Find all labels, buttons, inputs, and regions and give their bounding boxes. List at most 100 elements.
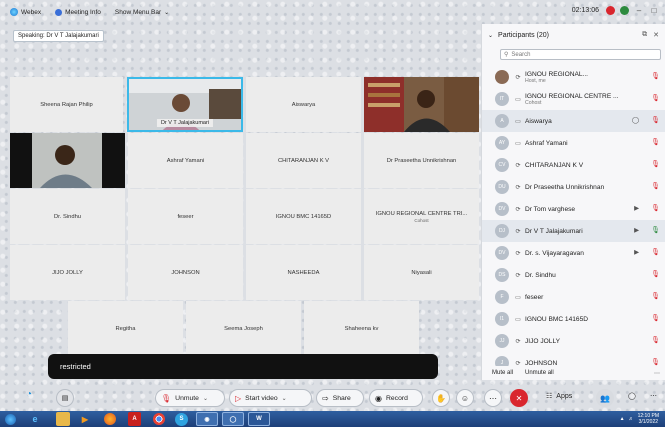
mic-muted-icon[interactable]: 🎙: [651, 358, 660, 366]
video-camera-icon[interactable]: ▶: [634, 204, 639, 212]
video-tile[interactable]: Dr. Sindhu: [10, 189, 125, 244]
unmute-button[interactable]: 🎙 Unmute ⌄: [155, 389, 225, 407]
mic-muted-icon[interactable]: 🎙: [651, 314, 660, 322]
webex-menu[interactable]: Webex: [10, 8, 41, 16]
participant-row[interactable]: DJ ⟳ Dr V T Jalajakumari ▶ 🎙: [482, 220, 665, 242]
mute-all-button[interactable]: Mute all: [492, 370, 513, 376]
video-tile[interactable]: Regitha: [68, 301, 183, 356]
participant-row[interactable]: DU ⟳ Dr Praseetha Unnikrishnan 🎙: [482, 176, 665, 198]
participants-header[interactable]: ⌄ Participants (20) ⧉ ✕: [482, 24, 665, 46]
video-tile[interactable]: CHITARANJAN K V: [246, 133, 361, 188]
participant-row[interactable]: ⟳ IGNOU REGIONAL... Host, me 🎙: [482, 66, 665, 88]
volume-icon[interactable]: ♬: [629, 416, 634, 422]
clock[interactable]: 12:10 PM 3/1/2022: [638, 413, 659, 425]
apps-icon: ☷: [546, 393, 553, 400]
chevron-down-icon[interactable]: ⌄: [203, 395, 208, 402]
video-tile[interactable]: IGNOU REGIONAL CENTRE TRI... Cohost: [364, 189, 479, 244]
video-tile-active-speaker[interactable]: Dr V T Jalajakumari: [127, 77, 243, 132]
chat-icon[interactable]: ◯: [632, 116, 639, 124]
participant-row[interactable]: JJ ⟳ JIJO JOLLY 🎙: [482, 330, 665, 352]
mic-muted-icon[interactable]: 🎙: [651, 204, 660, 212]
participants-icon[interactable]: 👥: [596, 389, 614, 407]
popout-icon[interactable]: ⧉: [642, 31, 647, 39]
meeting-timer: 02:13:06: [571, 7, 599, 14]
start-button[interactable]: [0, 411, 20, 427]
start-video-button[interactable]: ▷ Start video ⌄: [229, 389, 312, 407]
leave-meeting-icon[interactable]: ✕: [510, 389, 528, 407]
video-tile[interactable]: Dr Praseetha Unnikrishnan: [364, 133, 479, 188]
mic-muted-icon[interactable]: 🎙: [651, 270, 660, 278]
participant-role: Host, me: [525, 77, 546, 84]
mic-muted-icon[interactable]: 🎙: [651, 138, 660, 146]
video-tile[interactable]: [10, 133, 125, 188]
chevron-down-icon[interactable]: ⌄: [488, 32, 493, 39]
video-tile[interactable]: [364, 77, 479, 132]
video-tile[interactable]: Sheena Rajan Philip: [10, 77, 123, 132]
video-tile[interactable]: Seema Joseph: [186, 301, 301, 356]
mic-muted-icon[interactable]: 🎙: [651, 292, 660, 300]
more-options-icon[interactable]: ⋯: [484, 389, 502, 407]
mic-muted-icon[interactable]: 🎙: [651, 160, 660, 168]
video-tile[interactable]: Ashraf Yamani: [128, 133, 243, 188]
media-player-icon[interactable]: ▶: [74, 412, 96, 426]
video-tile[interactable]: NASHEEDA: [246, 245, 361, 300]
firefox-icon[interactable]: [104, 413, 116, 425]
participant-row[interactable]: F ▭ feseer 🎙: [482, 286, 665, 308]
participant-row[interactable]: DV ⟳ Dr Tom varghese ▶ 🎙: [482, 198, 665, 220]
mic-muted-icon[interactable]: 🎙: [651, 336, 660, 344]
acrobat-icon[interactable]: A: [128, 412, 141, 426]
participant-row[interactable]: I1 ▭ IGNOU BMC 14165D 🎙: [482, 308, 665, 330]
video-tile[interactable]: JOHNSON: [128, 245, 243, 300]
captions-icon[interactable]: ▤: [56, 389, 74, 407]
video-tile[interactable]: Niyasali: [364, 245, 479, 300]
close-icon[interactable]: ✕: [653, 31, 659, 39]
participant-name: Aiswarya: [525, 117, 552, 125]
participant-row[interactable]: DV ⟳ Dr. s. Vijayaragavan ▶ 🎙: [482, 242, 665, 264]
meeting-info-menu[interactable]: Meeting Info: [55, 8, 101, 16]
record-button[interactable]: ◉ Record: [369, 389, 423, 407]
show-menu-bar-toggle[interactable]: Show Menu Bar ⌄: [115, 9, 169, 16]
more-panels-icon[interactable]: ⋯: [650, 392, 657, 400]
video-tile[interactable]: IGNOU BMC 14165D: [246, 189, 361, 244]
participant-row[interactable]: DS ⟳ Dr. Sindhu 🎙: [482, 264, 665, 286]
meeting-health-icon[interactable]: ◔: [26, 389, 32, 400]
video-tile[interactable]: feseer: [128, 189, 243, 244]
mic-muted-icon[interactable]: 🎙: [651, 182, 660, 190]
raise-hand-icon[interactable]: ✋: [432, 389, 450, 407]
skype-icon[interactable]: S: [175, 412, 188, 426]
video-camera-icon[interactable]: ▶: [634, 248, 639, 256]
participant-row[interactable]: A ▭ Aiswarya ◯ 🎙: [482, 110, 665, 132]
participant-search-input[interactable]: ⚲ Search: [500, 49, 661, 60]
unmute-all-button[interactable]: Unmute all: [525, 370, 554, 376]
video-tile[interactable]: Aiswarya: [246, 77, 361, 132]
share-button[interactable]: ⇨ Share: [316, 389, 364, 407]
chevron-down-icon[interactable]: ⌄: [282, 395, 287, 402]
file-explorer-icon[interactable]: [56, 412, 70, 426]
participant-row[interactable]: AY ▭ Ashraf Yamani 🎙: [482, 132, 665, 154]
word-icon[interactable]: W: [248, 412, 270, 426]
mic-muted-icon[interactable]: 🎙: [651, 248, 660, 256]
chat-icon[interactable]: ◯: [628, 392, 636, 400]
chrome-window-icon[interactable]: ◯: [222, 412, 244, 426]
network-icon[interactable]: ▲: [620, 416, 625, 422]
tile-name: Shaheena kv: [344, 325, 379, 332]
participant-video: [364, 77, 479, 132]
avatar: IT: [495, 92, 509, 106]
chrome-icon[interactable]: [153, 413, 165, 425]
apps-button[interactable]: ☷ Apps: [546, 392, 572, 401]
minimize-icon[interactable]: –: [634, 6, 644, 15]
reactions-icon[interactable]: ☺: [456, 389, 474, 407]
mic-muted-icon[interactable]: 🎙: [651, 94, 660, 102]
internet-explorer-icon[interactable]: e: [24, 412, 46, 426]
video-tile[interactable]: JIJO JOLLY: [10, 245, 125, 300]
restore-icon[interactable]: □: [649, 6, 659, 15]
participant-row[interactable]: IT ▭ IGNOU REGIONAL CENTRE ... Cohost 🎙: [482, 88, 665, 110]
more-options-icon[interactable]: ⋯: [654, 370, 660, 377]
video-tile[interactable]: Shaheena kv: [304, 301, 419, 356]
video-camera-icon[interactable]: ▶: [634, 226, 639, 234]
mic-active-icon[interactable]: 🎙: [651, 226, 660, 234]
participant-row[interactable]: CV ⟳ CHITARANJAN K V 🎙: [482, 154, 665, 176]
mic-muted-icon[interactable]: 🎙: [651, 116, 660, 124]
webex-taskbar-icon[interactable]: ◉: [196, 412, 218, 426]
mic-muted-icon[interactable]: 🎙: [651, 72, 660, 80]
